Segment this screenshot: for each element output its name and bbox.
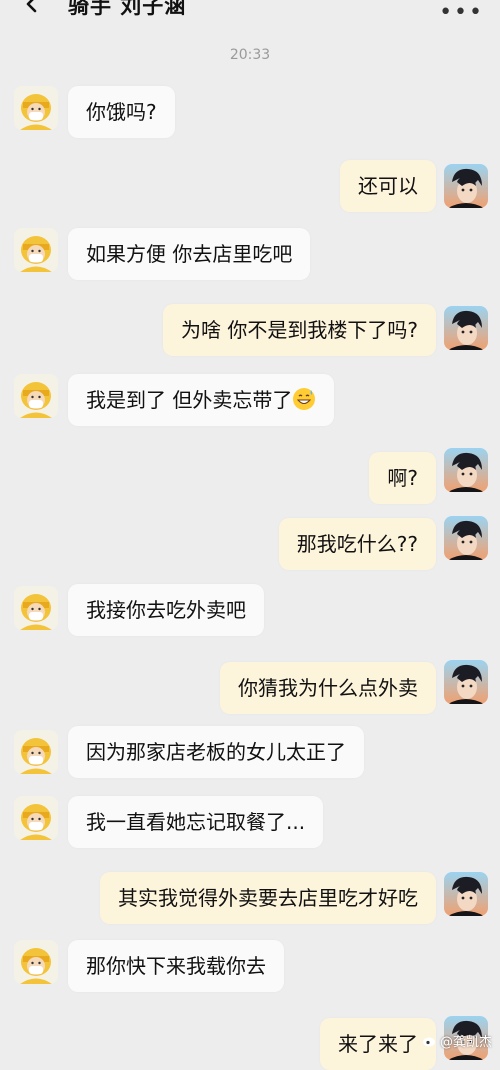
message-bubble[interactable]: 你饿吗? [68,86,175,138]
more-icon[interactable]: ••• [439,0,484,25]
watermark: @龚凯杰 [422,1031,492,1050]
message-text: 来了来了 [320,1018,436,1070]
message-text: 我一直看她忘记取餐了... [68,796,324,848]
rider-avatar[interactable] [14,730,58,774]
weibo-logo-icon [422,1037,435,1046]
message-bubble[interactable]: 那你快下来我载你去 [68,940,284,992]
chat-title: 骑手 刘子涵 [68,0,187,18]
message-bubble[interactable]: 来了来了 [320,1018,436,1070]
grin-sweat-emoji-icon [293,388,316,410]
message-text: 我接你去吃外卖吧 [68,584,264,636]
chat-header: 骑手 刘子涵 ••• [0,0,500,25]
message-text: 那你快下来我载你去 [68,940,284,992]
user-avatar[interactable] [444,306,488,350]
message-bubble[interactable]: 我是到了 但外卖忘带了 [68,374,335,426]
message-text: 你猜我为什么点外卖 [220,662,436,714]
rider-avatar[interactable] [14,86,58,130]
rider-avatar[interactable] [14,374,58,418]
message-text: 啊? [369,452,436,504]
rider-avatar[interactable] [14,796,58,840]
message-bubble[interactable]: 那我吃什么?? [278,518,436,570]
message-bubble[interactable]: 如果方便 你去店里吃吧 [68,228,311,280]
user-avatar[interactable] [444,872,488,916]
user-avatar[interactable] [444,448,488,492]
rider-avatar[interactable] [14,228,58,272]
message-text: 那我吃什么?? [278,518,436,570]
message-content: 我是到了 但外卖忘带了 [68,374,335,426]
message-bubble[interactable]: 啊? [369,452,436,504]
watermark-text: @龚凯杰 [439,1035,492,1050]
message-text: 如果方便 你去店里吃吧 [68,228,311,280]
message-bubble[interactable]: 为啥 你不是到我楼下了吗? [163,304,436,356]
chevron-left-icon[interactable] [22,0,42,14]
rider-avatar[interactable] [14,940,58,984]
message-bubble[interactable]: 其实我觉得外卖要去店里吃才好吃 [100,872,436,924]
message-text: 其实我觉得外卖要去店里吃才好吃 [100,872,436,924]
message-text: 为啥 你不是到我楼下了吗? [163,304,436,356]
message-text: 因为那家店老板的女儿太正了 [68,726,364,778]
message-bubble[interactable]: 因为那家店老板的女儿太正了 [68,726,364,778]
message-bubble[interactable]: 我接你去吃外卖吧 [68,584,264,636]
user-avatar[interactable] [444,516,488,560]
rider-avatar[interactable] [14,586,58,630]
message-text: 我是到了 但外卖忘带了 [86,388,293,412]
message-bubble[interactable]: 还可以 [340,160,436,212]
message-bubble[interactable]: 你猜我为什么点外卖 [220,662,436,714]
message-text: 你饿吗? [68,86,175,138]
message-bubble[interactable]: 我一直看她忘记取餐了... [68,796,324,848]
user-avatar[interactable] [444,164,488,208]
user-avatar[interactable] [444,660,488,704]
message-timestamp: 20:33 [229,47,271,63]
message-text: 还可以 [340,160,436,212]
